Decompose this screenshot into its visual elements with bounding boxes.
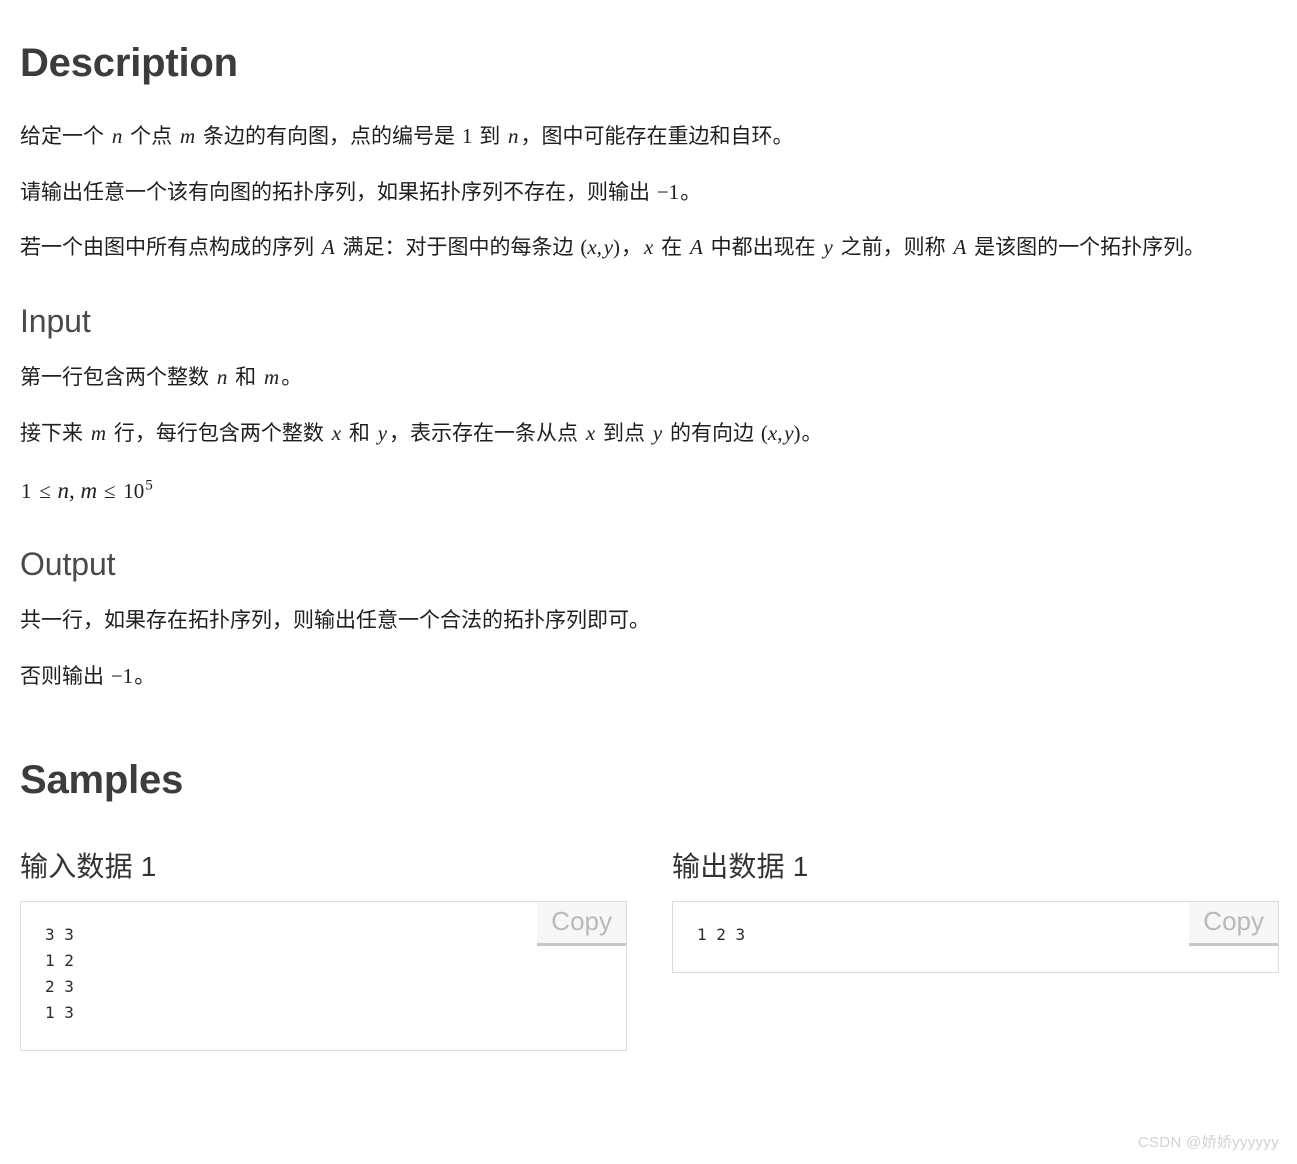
sample-input-label: 输入数据 1 [20, 851, 157, 883]
text-run: ，表示存在一条从点 [389, 421, 584, 445]
text-run: 在 [655, 236, 689, 260]
math-minus-one: −1 [110, 663, 134, 688]
constraint-base: 10 [123, 478, 145, 503]
math-minus-one: −1 [656, 179, 680, 204]
math-A: A [690, 235, 703, 260]
sample-input-box: 3 3 1 2 2 3 1 3 Copy [20, 901, 627, 1052]
input-constraint: 1 ≤ n, m ≤ 105 [20, 473, 1277, 509]
text-run: 请输出任意一个该有向图的拓扑序列，如果拓扑序列不存在，则输出 [20, 180, 656, 204]
description-paragraph-1: 给定一个 n 个点 m 条边的有向图，点的编号是 1 到 n，图中可能存在重边和… [20, 120, 1277, 154]
input-heading: Input [20, 302, 91, 339]
text-run: 否则输出 [20, 664, 110, 688]
text-run: 满足：对于图中的每条边 [336, 236, 580, 260]
output-heading: Output [20, 546, 116, 583]
text-run: 行，每行包含两个整数 [108, 421, 330, 445]
text-run: 是该图的一个拓扑序列。 [968, 236, 1206, 260]
math-n: n [111, 124, 123, 148]
text-run: 。 [281, 366, 303, 390]
text-run: 到 [473, 125, 507, 148]
math-edge-pair: (x, y) [580, 235, 621, 260]
text-run: 。 [801, 421, 823, 445]
text-run: 和 [229, 366, 263, 390]
copy-output-button[interactable]: Copy [1189, 902, 1278, 947]
math-m: m [90, 420, 107, 445]
constraint-exponent: 5 [145, 475, 153, 493]
sample-output-code[interactable]: 1 2 3 [673, 902, 1278, 958]
math-y: y [377, 420, 388, 445]
text-run: 中都出现在 [704, 236, 822, 260]
sample-input-code[interactable]: 3 3 1 2 2 3 1 3 [21, 902, 626, 1036]
text-run: 的有向边 [664, 421, 760, 445]
math-y: y [823, 235, 833, 260]
text-run: ， [621, 236, 643, 260]
text-run: 。 [134, 664, 156, 688]
text-run: 到点 [597, 421, 651, 445]
constraint-vars: n, m [57, 477, 98, 503]
math-y: y [652, 420, 663, 445]
math-constraint: 1 ≤ n, m ≤ 105 [20, 473, 153, 509]
math-m: m [264, 365, 280, 390]
math-A: A [321, 235, 335, 260]
sample-output-label: 输出数据 1 [672, 851, 809, 883]
description-paragraph-2: 请输出任意一个该有向图的拓扑序列，如果拓扑序列不存在，则输出 −1。 [20, 176, 1277, 210]
csdn-watermark: CSDN @娇娇yyyyyy [1137, 1134, 1279, 1151]
constraint-relation-2: ≤ [103, 478, 116, 503]
text-run: 接下来 [20, 421, 89, 445]
input-paragraph-2: 接下来 m 行，每行包含两个整数 x 和 y，表示存在一条从点 x 到点 y 的… [20, 417, 1277, 451]
samples-grid: 输入数据 1 3 3 1 2 2 3 1 3 Copy 输出数据 1 1 2 3… [20, 845, 1279, 1052]
constraint-relation-1: ≤ [39, 478, 51, 503]
text-run: 。 [680, 180, 702, 204]
sample-input-column: 输入数据 1 3 3 1 2 2 3 1 3 Copy [20, 845, 627, 1052]
output-paragraph-1: 共一行，如果存在拓扑序列，则输出任意一个合法的拓扑序列即可。 [20, 608, 650, 632]
text-run: 若一个由图中所有点构成的序列 [20, 236, 320, 260]
sample-output-box: 1 2 3 Copy [672, 901, 1279, 974]
sample-output-column: 输出数据 1 1 2 3 Copy [672, 845, 1279, 974]
math-A: A [953, 235, 967, 260]
description-paragraph-3: 若一个由图中所有点构成的序列 A 满足：对于图中的每条边 (x, y)，x 在 … [20, 231, 1277, 265]
math-edge-pair: (x, y) [760, 420, 801, 445]
constraint-lower: 1 [21, 478, 32, 503]
math-n: n [508, 124, 519, 148]
output-paragraph-2: 否则输出 −1。 [20, 660, 1277, 694]
text-run: 条边的有向图，点的编号是 [197, 125, 461, 148]
math-x: x [331, 420, 342, 445]
samples-heading: Samples [20, 758, 184, 803]
content-container: Description 给定一个 n 个点 m 条边的有向图，点的编号是 1 到… [0, 0, 1297, 1052]
text-run: 第一行包含两个整数 [20, 366, 215, 390]
description-heading: Description [20, 41, 238, 85]
problem-statement-page: Description 给定一个 n 个点 m 条边的有向图，点的编号是 1 到… [0, 0, 1297, 1164]
text-run: 之前，则称 [834, 236, 952, 260]
math-x: x [644, 235, 654, 260]
math-n: n [216, 365, 228, 390]
text-run: 个点 [124, 125, 179, 148]
math-x: x [585, 420, 596, 445]
text-run: 和 [343, 421, 376, 445]
text-run: ，图中可能存在重边和自环。 [520, 125, 794, 148]
input-paragraph-1: 第一行包含两个整数 n 和 m。 [20, 361, 1277, 395]
text-run: 给定一个 [20, 125, 110, 148]
copy-input-button[interactable]: Copy [537, 902, 626, 947]
math-m: m [180, 124, 196, 148]
math-one: 1 [461, 124, 473, 148]
